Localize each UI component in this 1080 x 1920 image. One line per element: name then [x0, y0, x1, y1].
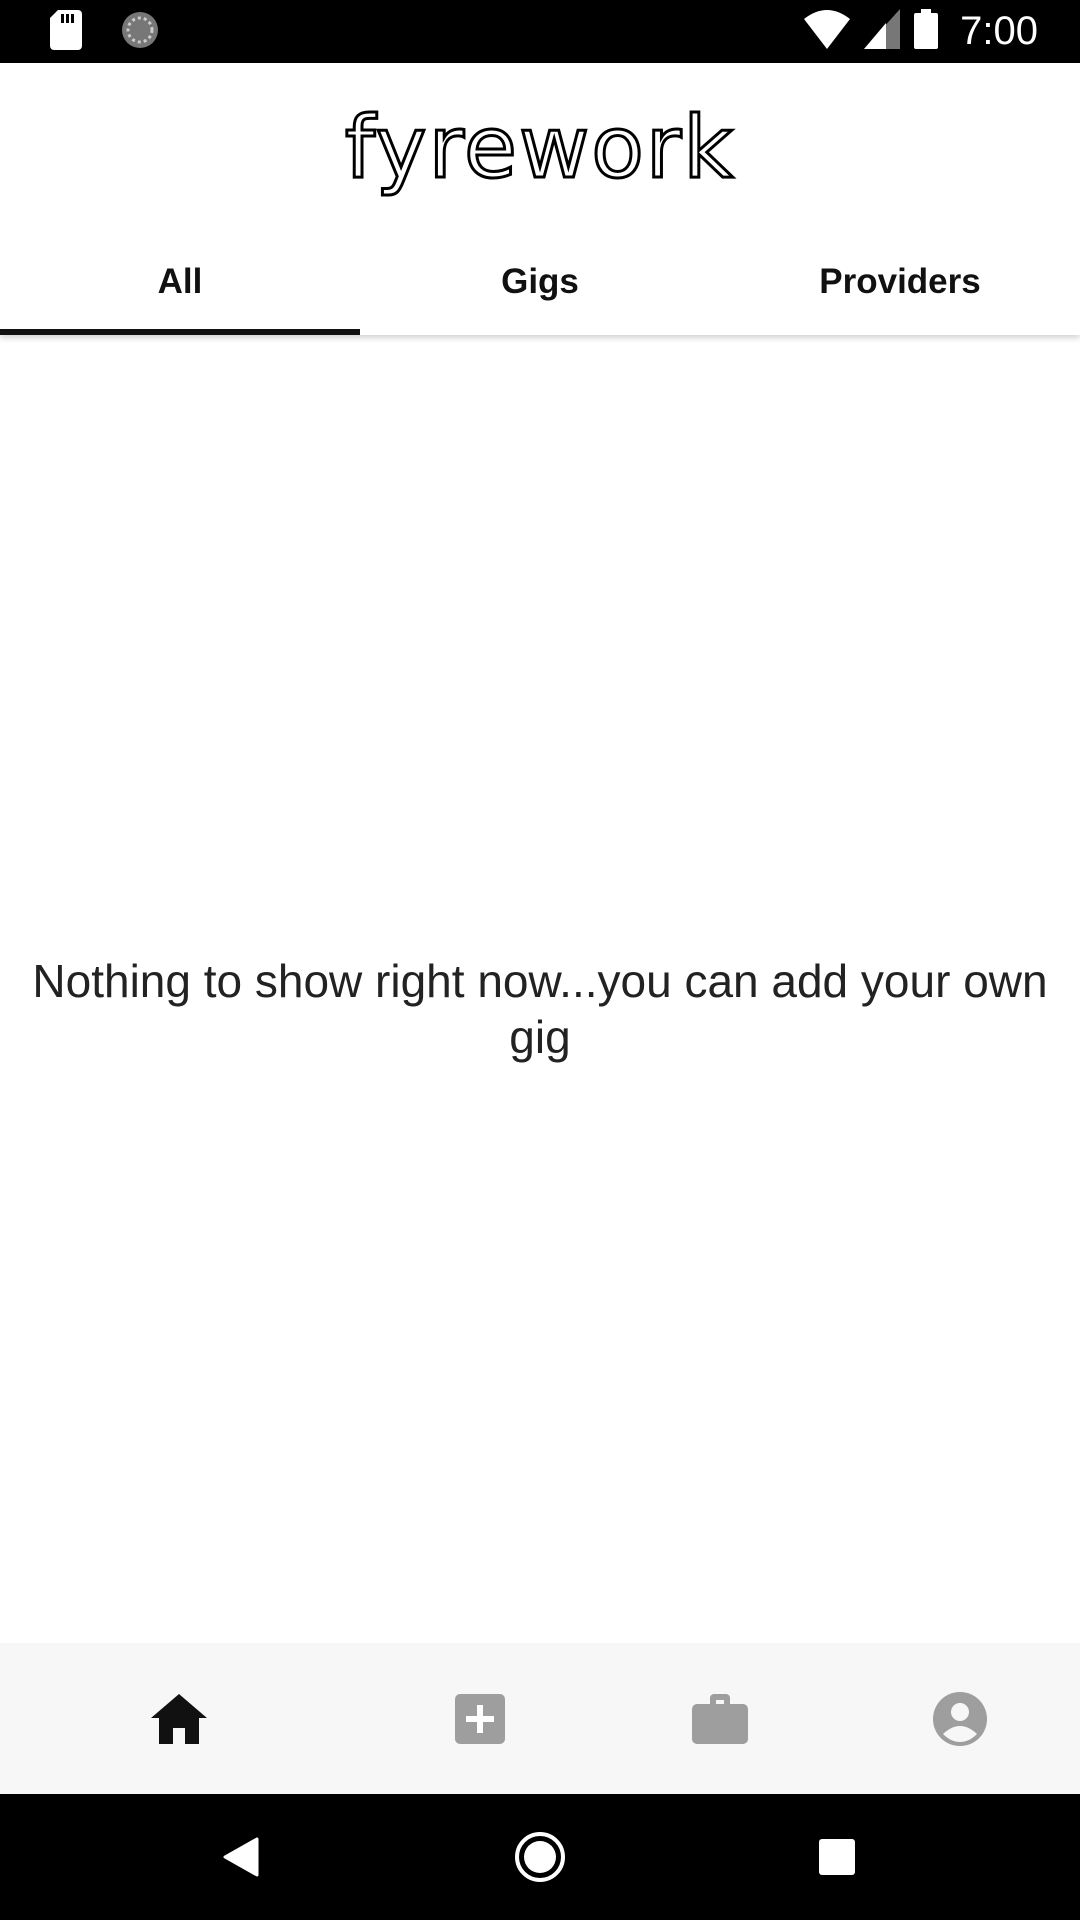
tab-label: All	[157, 262, 203, 301]
home-icon	[151, 1693, 207, 1744]
status-left	[50, 10, 160, 55]
tab-bar: All Gigs Providers	[0, 243, 1080, 335]
logo: fyrework	[0, 83, 1080, 233]
add-box-icon	[455, 1693, 505, 1744]
status-time: 7:00	[960, 9, 1038, 53]
system-back-button[interactable]	[181, 1794, 301, 1920]
logo-text: fyrework	[345, 103, 735, 198]
sync-icon	[120, 10, 160, 55]
cell-signal-icon	[864, 8, 901, 54]
screen: 7:00 fyrework All Gigs Providers Nothing…	[0, 0, 1080, 1920]
nav-home[interactable]	[119, 1643, 239, 1794]
sd-card-icon	[50, 10, 82, 55]
empty-state-message: Nothing to show right now...you can add …	[32, 955, 1048, 1063]
app-header: fyrework All Gigs Providers	[0, 63, 1080, 335]
tab-label: Providers	[819, 262, 981, 301]
tab-providers[interactable]: Providers	[720, 243, 1080, 335]
feed-content: Nothing to show right now...you can add …	[0, 335, 1080, 1643]
account-circle-icon	[933, 1691, 987, 1746]
system-recents-button[interactable]	[777, 1794, 897, 1920]
battery-icon	[914, 8, 939, 54]
status-right: 7:00	[804, 8, 1038, 54]
wifi-icon	[804, 9, 851, 54]
home-circle-icon	[515, 1832, 565, 1882]
tab-all[interactable]: All	[0, 243, 360, 335]
nav-profile[interactable]	[900, 1643, 1020, 1794]
system-home-button[interactable]	[480, 1794, 600, 1920]
nav-add-gig[interactable]	[420, 1643, 540, 1794]
nav-gigs[interactable]	[660, 1643, 780, 1794]
recents-icon	[819, 1839, 855, 1875]
briefcase-icon	[692, 1693, 748, 1744]
tab-label: Gigs	[501, 262, 579, 301]
system-nav	[0, 1794, 1080, 1920]
bottom-nav	[0, 1643, 1080, 1794]
back-icon	[223, 1837, 259, 1877]
fyrework-logo: fyrework	[343, 103, 735, 200]
tab-gigs[interactable]: Gigs	[360, 243, 720, 335]
status-bar: 7:00	[0, 0, 1080, 63]
